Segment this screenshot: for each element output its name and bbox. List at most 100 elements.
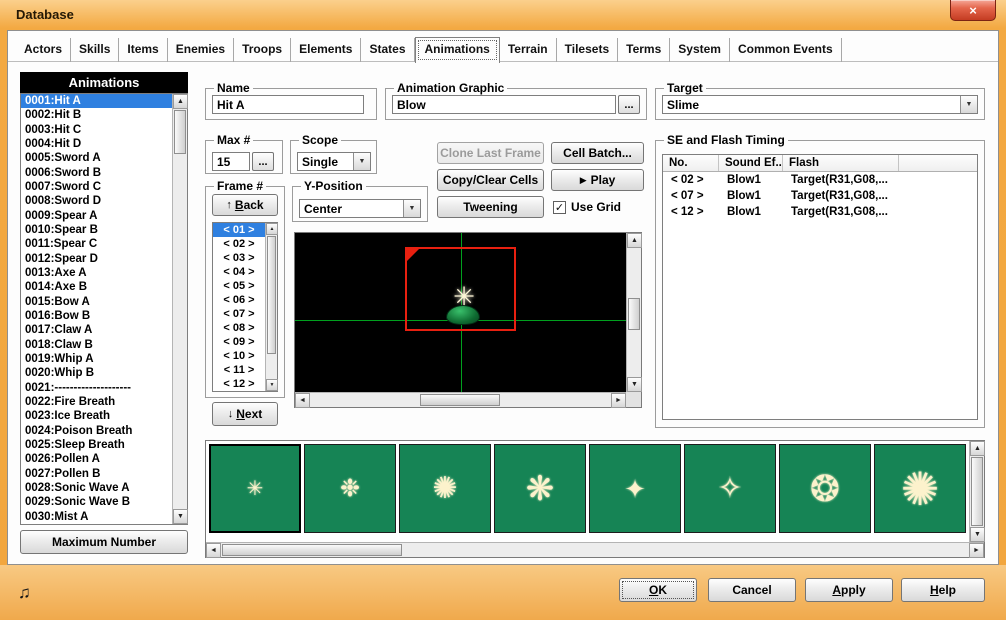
animation-list-item[interactable]: 0022:Fire Breath [21,395,172,409]
animation-list-item[interactable]: 0026:Pollen A [21,452,172,466]
animation-frame-cell[interactable]: ❉ [304,444,396,533]
animation-frame-cell[interactable]: ✧ [684,444,776,533]
scroll-down-button[interactable]: ▼ [266,379,278,391]
animation-list-item[interactable]: 0008:Sword D [21,194,172,208]
animation-list-item[interactable]: 0014:Axe B [21,280,172,294]
frame-list-item[interactable]: < 10 > [213,349,265,363]
frame-back-button[interactable]: ↑ Back [212,194,278,216]
apply-button[interactable]: Apply [805,578,893,602]
animation-list-item[interactable]: 0017:Claw A [21,323,172,337]
animation-list-item[interactable]: 0012:Spear D [21,252,172,266]
scroll-up-button[interactable]: ▲ [970,441,985,456]
scroll-up-button[interactable]: ▲ [627,233,642,248]
tab-animations[interactable]: Animations [415,37,500,63]
animation-list-item[interactable]: 0005:Sword A [21,151,172,165]
tab-elements[interactable]: Elements [291,38,361,62]
scrollbar-thumb[interactable] [267,236,276,354]
frame-next-button[interactable]: ↓ Next [212,402,278,426]
animation-frame-cell[interactable]: ❋ [494,444,586,533]
y-position-select[interactable]: Center ▼ [299,199,421,218]
frame-list-item[interactable]: < 07 > [213,307,265,321]
tab-system[interactable]: System [670,38,730,62]
play-button[interactable]: ▶ Play [551,169,644,191]
frame-list-item[interactable]: < 02 > [213,237,265,251]
scroll-down-button[interactable]: ▼ [627,377,642,392]
animation-list-item[interactable]: 0028:Sonic Wave A [21,481,172,495]
scrollbar-thumb[interactable] [174,110,186,154]
animation-list-item[interactable]: 0003:Hit C [21,123,172,137]
scroll-up-button[interactable]: ▲ [173,94,188,109]
animation-list-item[interactable]: 0007:Sword C [21,180,172,194]
animation-list-item[interactable]: 0004:Hit D [21,137,172,151]
animation-list-item[interactable]: 0024:Poison Breath [21,424,172,438]
tab-enemies[interactable]: Enemies [168,38,234,62]
animation-list-item[interactable]: 0021:-------------------- [21,381,172,395]
frame-list-item[interactable]: < 01 > [213,223,265,237]
animation-list-item[interactable]: 0001:Hit A [21,94,172,108]
animation-frame-cell[interactable]: ❂ [779,444,871,533]
animation-graphic-value[interactable]: Blow [392,95,616,114]
animation-list-item[interactable]: 0006:Sword B [21,166,172,180]
animation-list-item[interactable]: 0002:Hit B [21,108,172,122]
frame-list-item[interactable]: < 12 > [213,377,265,391]
max-browse-button[interactable]: ... [252,152,274,171]
frame-list[interactable]: < 01 > < 02 > < 03 > < 04 > < 05 > < 06 … [212,222,278,392]
name-input[interactable] [212,95,364,114]
animation-list-item[interactable]: 0018:Claw B [21,338,172,352]
ok-button[interactable]: OK [619,578,697,602]
frame-list-item[interactable]: < 11 > [213,363,265,377]
scroll-right-button[interactable]: ► [611,393,626,408]
strip-vertical-scrollbar[interactable]: ▲ ▼ [969,441,984,542]
use-grid-checkbox[interactable]: ✓ Use Grid [553,200,621,214]
tweening-button[interactable]: Tweening [437,196,544,218]
scroll-up-button[interactable]: ▲ [266,223,278,235]
se-flash-table[interactable]: No. Sound Ef... Flash < 02 > Blow1 Targe… [662,154,978,420]
tab-items[interactable]: Items [119,38,167,62]
scroll-right-button[interactable]: ► [969,543,984,558]
tab-troops[interactable]: Troops [234,38,291,62]
target-select[interactable]: Slime ▼ [662,95,978,114]
tab-terms[interactable]: Terms [618,38,670,62]
chevron-down-icon[interactable]: ▼ [353,153,370,170]
column-header-flash[interactable]: Flash [783,155,899,171]
animation-frame-cell[interactable]: ✳ [209,444,301,533]
frame-list-item[interactable]: < 04 > [213,265,265,279]
scope-select[interactable]: Single ▼ [297,152,371,171]
copy-clear-cells-button[interactable]: Copy/Clear Cells [437,169,544,191]
frame-list-item[interactable]: < 03 > [213,251,265,265]
tab-common-events[interactable]: Common Events [730,38,842,62]
animation-list-item[interactable]: 0020:Whip B [21,366,172,380]
animation-list-item[interactable]: 0009:Spear A [21,209,172,223]
scroll-down-button[interactable]: ▼ [970,527,985,542]
animation-list-item[interactable]: 0030:Mist A [21,510,172,524]
tab-actors[interactable]: Actors [16,38,71,62]
animation-list-item[interactable]: 0027:Pollen B [21,467,172,481]
titlebar[interactable]: Database × [0,0,1006,30]
scrollbar-thumb[interactable] [971,457,983,526]
cancel-button[interactable]: Cancel [708,578,796,602]
tab-tilesets[interactable]: Tilesets [557,38,618,62]
animation-list-item[interactable]: 0019:Whip A [21,352,172,366]
frame-list-item[interactable]: < 09 > [213,335,265,349]
animation-canvas[interactable]: ✳ [295,233,626,392]
column-header-sound-effect[interactable]: Sound Ef... [719,155,783,171]
table-row[interactable]: < 07 > Blow1 Target(R31,G08,... [663,188,977,204]
canvas-vertical-scrollbar[interactable]: ▲ ▼ [626,233,641,392]
strip-horizontal-scrollbar[interactable]: ◄ ► [206,542,984,557]
animation-list-item[interactable]: 0029:Sonic Wave B [21,495,172,509]
table-row[interactable]: < 12 > Blow1 Target(R31,G08,... [663,204,977,220]
frame-list-item[interactable]: < 05 > [213,279,265,293]
frame-list-item[interactable]: < 06 > [213,293,265,307]
maximum-number-button[interactable]: Maximum Number [20,530,188,554]
animation-list-scrollbar[interactable]: ▲ ▼ [172,94,187,524]
animation-list[interactable]: 0001:Hit A 0002:Hit B 0003:Hit C 0004:Hi… [20,93,188,525]
close-button[interactable]: × [950,0,996,21]
animation-list-item[interactable]: 0025:Sleep Breath [21,438,172,452]
animation-graphic-browse-button[interactable]: ... [618,95,640,114]
chevron-down-icon[interactable]: ▼ [403,200,420,217]
scroll-left-button[interactable]: ◄ [206,543,221,558]
canvas-horizontal-scrollbar[interactable]: ◄ ► [295,392,626,407]
animation-list-item[interactable]: 0011:Spear C [21,237,172,251]
tab-terrain[interactable]: Terrain [500,38,557,62]
scrollbar-thumb[interactable] [222,544,402,556]
